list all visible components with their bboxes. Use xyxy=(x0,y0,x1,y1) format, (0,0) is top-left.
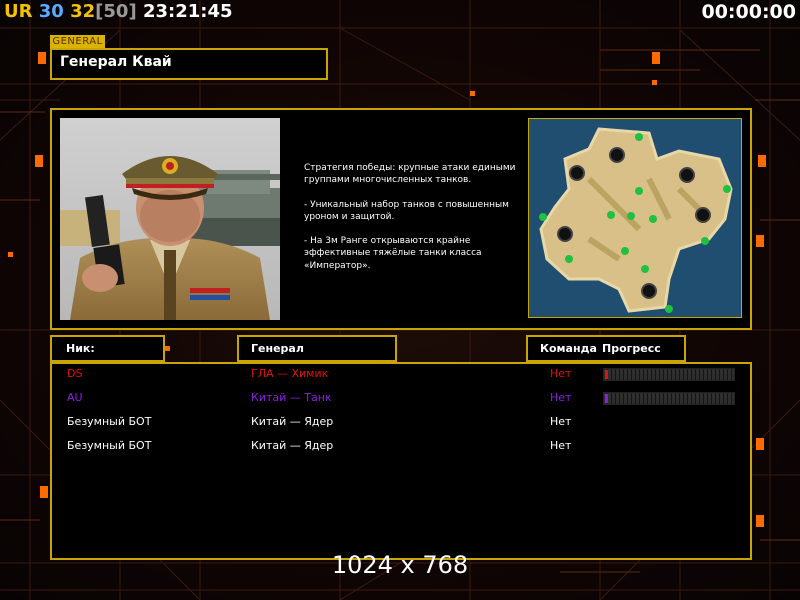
player-name: DS xyxy=(67,367,83,380)
player-general: Китай — Танк xyxy=(251,391,332,404)
player-name: Безумный БОТ xyxy=(67,439,152,452)
player-name: AU xyxy=(67,391,83,404)
general-name-box: Генерал Квай xyxy=(50,48,328,80)
general-description: Стратегия победы: крупные атаки едиными … xyxy=(304,163,516,271)
general-info-panel: Стратегия победы: крупные атаки едиными … xyxy=(50,108,752,330)
player-general: ГЛА — Химик xyxy=(251,367,329,380)
nick-column-header: Ник: xyxy=(50,335,165,362)
nick-header-label: Ник: xyxy=(66,342,95,355)
rank-30-label: 30 xyxy=(38,1,64,22)
map-preview[interactable] xyxy=(528,118,742,318)
player-general: Китай — Ядер xyxy=(251,439,334,452)
rank-32-label: 32 xyxy=(70,1,96,22)
player-row: AU Китай — Танк Нет xyxy=(52,388,750,408)
player-name: Безумный БОТ xyxy=(67,415,152,428)
rank-display: UR 30 32[50] 23:21:45 xyxy=(4,1,233,25)
player-team: Нет xyxy=(550,439,572,452)
player-row: Безумный БОТ Китай — Ядер Нет xyxy=(52,436,750,456)
player-progress-bar xyxy=(603,392,735,405)
player-team: Нет xyxy=(550,415,572,428)
game-lobby-screen: UR 30 32[50] 23:21:45 00:00:00 GENERAL Г… xyxy=(0,0,800,600)
match-timer: 00:00:00 xyxy=(701,1,796,23)
player-progress-bar xyxy=(603,368,735,381)
general-portrait xyxy=(60,118,280,320)
general-tab-label: GENERAL xyxy=(50,35,105,48)
player-row: Безумный БОТ Китай — Ядер Нет xyxy=(52,412,750,432)
resolution-label: 1024 x 768 xyxy=(331,551,469,579)
progress-header-label: Прогресс xyxy=(602,342,661,355)
general-name: Генерал Квай xyxy=(60,54,172,70)
general-portrait-image xyxy=(60,118,280,320)
player-team: Нет xyxy=(550,367,572,380)
map-preview-image xyxy=(529,119,741,317)
team-header-label: Команда xyxy=(540,342,597,355)
player-progress-fill xyxy=(605,370,608,379)
general-header-label: Генерал xyxy=(251,342,304,355)
team-column-header: Команда Прогресс xyxy=(526,335,686,362)
player-row: DS ГЛА — Химик Нет xyxy=(52,364,750,384)
player-team: Нет xyxy=(550,391,572,404)
player-progress-fill xyxy=(605,394,608,403)
player-general: Китай — Ядер xyxy=(251,415,334,428)
rank-50-label: [50] xyxy=(95,1,137,22)
rank-ur-label: UR xyxy=(4,1,33,22)
clock-label: 23:21:45 xyxy=(142,1,233,22)
players-panel: DS ГЛА — Химик Нет AU Китай — Танк Нет Б… xyxy=(50,362,752,560)
general-column-header: Генерал xyxy=(237,335,397,362)
